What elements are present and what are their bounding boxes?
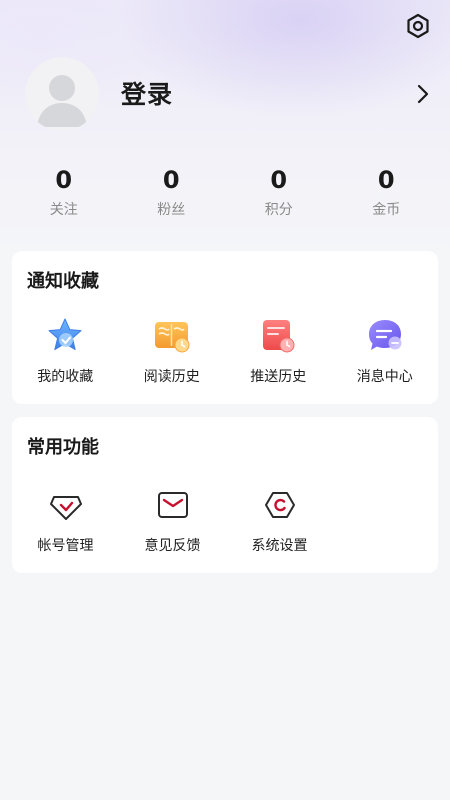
stat-follow[interactable]: 0 关注 [10, 165, 118, 225]
common-functions-card: 常用功能 帐号管理 意见反馈 系统设置 [12, 417, 438, 573]
stat-points[interactable]: 0 积分 [225, 165, 333, 225]
mail-icon [157, 492, 188, 518]
message-center-item[interactable]: 消息中心 [332, 316, 439, 386]
stat-label: 金币 [372, 202, 401, 218]
section-title: 通知收藏 [27, 271, 99, 292]
account-icon [49, 496, 82, 520]
system-settings-item[interactable]: 系统设置 [226, 485, 333, 555]
stat-label: 积分 [264, 202, 293, 218]
section-title: 常用功能 [27, 437, 99, 458]
favorites-item[interactable]: 我的收藏 [12, 316, 119, 386]
message-icon [368, 320, 402, 350]
grid-item-label: 消息中心 [356, 369, 413, 385]
profile-arrow-button[interactable] [413, 81, 433, 107]
gear-icon [407, 13, 429, 39]
stats-row: 0 关注 0 粉丝 0 积分 0 金币 [10, 165, 440, 225]
stat-fans[interactable]: 0 粉丝 [118, 165, 226, 225]
settings-icon [264, 492, 295, 518]
common-grid: 帐号管理 意见反馈 系统设置 [12, 485, 438, 555]
stat-value: 0 [162, 166, 180, 194]
book-icon [154, 322, 190, 353]
account-management-item[interactable]: 帐号管理 [12, 485, 119, 555]
stat-label: 粉丝 [157, 202, 186, 218]
stat-value: 0 [55, 166, 73, 194]
grid-item-label: 帐号管理 [37, 538, 94, 554]
settings-button[interactable] [404, 12, 432, 40]
chevron-right-icon [417, 84, 429, 104]
login-label[interactable]: 登录 [121, 75, 173, 111]
grid-item-label: 阅读历史 [143, 369, 200, 385]
stat-value: 0 [377, 166, 395, 194]
stat-label: 关注 [49, 202, 78, 218]
reading-history-item[interactable]: 阅读历史 [119, 316, 226, 386]
stat-value: 0 [270, 166, 288, 194]
star-icon [48, 318, 82, 351]
profile-row[interactable]: 登录 [25, 57, 435, 131]
grid-item-label: 我的收藏 [37, 369, 94, 385]
user-placeholder-icon [37, 75, 87, 127]
grid-item-label: 推送历史 [250, 369, 307, 385]
grid-item-label: 意见反馈 [144, 538, 201, 554]
push-history-item[interactable]: 推送历史 [225, 316, 332, 386]
stat-coins[interactable]: 0 金币 [333, 165, 441, 225]
feedback-item[interactable]: 意见反馈 [119, 485, 226, 555]
avatar[interactable] [25, 57, 99, 131]
notify-grid: 我的收藏 阅读历史 推送历史 消息中心 [12, 316, 438, 386]
grid-item-label: 系统设置 [251, 538, 308, 554]
push-history-icon [263, 320, 295, 353]
notify-card: 通知收藏 我的收藏 阅读历史 推送历史 消息中心 [12, 251, 438, 404]
